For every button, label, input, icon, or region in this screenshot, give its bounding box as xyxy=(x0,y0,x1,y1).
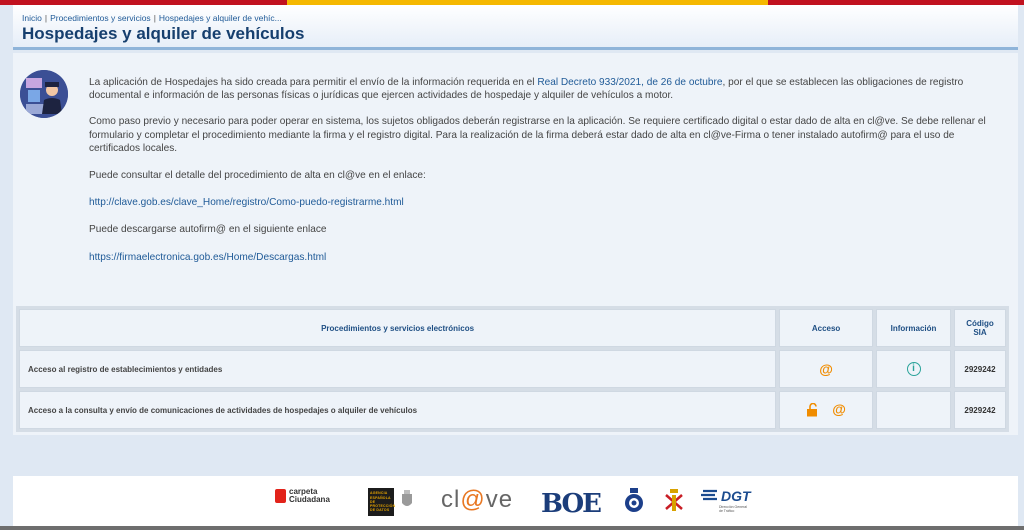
table-header-row: Procedimientos y servicios electrónicos … xyxy=(19,309,1006,347)
dgt-text: DGT xyxy=(721,488,751,504)
breadcrumb-current[interactable]: Hospedajes y alquiler de vehíc... xyxy=(159,13,282,23)
coat-of-arms-icon xyxy=(400,490,414,510)
guardia-civil-icon[interactable] xyxy=(664,489,684,513)
header-info: Información xyxy=(876,309,951,347)
breadcrumb-separator: | xyxy=(44,13,48,23)
sia-code: 2929242 xyxy=(953,391,1006,429)
at-icon[interactable]: @ xyxy=(819,361,833,377)
header-access: Acceso xyxy=(779,309,874,347)
clave-registration-link[interactable]: http://clave.gob.es/clave_Home/registro/… xyxy=(89,196,1004,209)
breadcrumb-separator: | xyxy=(153,13,156,23)
autofirma-download-link[interactable]: https://firmaelectronica.gob.es/Home/Des… xyxy=(89,251,1004,264)
intro-paragraph-1: La aplicación de Hospedajes ha sido crea… xyxy=(89,76,1004,102)
carpeta-line2: Ciudadana xyxy=(289,495,330,504)
policia-nacional-icon[interactable] xyxy=(624,488,644,516)
main-content: La aplicación de Hospedajes ha sido crea… xyxy=(13,53,1018,435)
footer-logos: carpeta Ciudadana AGENCIA ESPAÑOLA DE PR… xyxy=(13,476,1018,526)
procedures-table: Procedimientos y servicios electrónicos … xyxy=(16,306,1009,432)
at-icon[interactable]: @ xyxy=(832,401,846,417)
breadcrumb-inicio[interactable]: Inicio xyxy=(22,13,42,23)
page-title: Hospedajes y alquiler de vehículos xyxy=(22,24,305,43)
access-cell: @ xyxy=(779,391,874,429)
aepd-logo[interactable]: AGENCIA ESPAÑOLA DE PROTECCIÓN DE DATOS xyxy=(368,488,395,516)
procedure-name: Acceso a la consulta y envío de comunica… xyxy=(19,391,777,429)
intro-paragraph-4: Puede descargarse autofirm@ en el siguie… xyxy=(89,224,327,236)
clave-at: @ xyxy=(460,486,486,513)
real-decreto-link[interactable]: Real Decreto 933/2021, de 26 de octubre xyxy=(537,77,722,88)
breadcrumb-procedimientos[interactable]: Procedimientos y servicios xyxy=(50,13,151,23)
dgt-subtext: Dirección General de Tráfico xyxy=(719,505,748,513)
clave-logo[interactable]: cl @ ve xyxy=(441,486,513,514)
access-cell: @ xyxy=(779,350,874,388)
table-row: Acceso al registro de establecimientos y… xyxy=(19,350,1006,388)
header-code: Código SIA xyxy=(953,309,1006,347)
intro-p1-text: La aplicación de Hospedajes ha sido crea… xyxy=(89,77,538,88)
procedure-name: Acceso al registro de establecimientos y… xyxy=(19,350,777,388)
boe-logo[interactable]: BOE xyxy=(541,489,602,519)
dgt-logo[interactable]: DGT Dirección General de Tráfico xyxy=(701,488,751,513)
clave-text-post: ve xyxy=(485,486,514,513)
carpeta-mark-icon xyxy=(275,489,286,503)
carpeta-ciudadana-logo[interactable]: carpeta Ciudadana xyxy=(275,488,330,504)
unlocked-lock-icon[interactable] xyxy=(806,403,820,419)
intro-text: La aplicación de Hospedajes ha sido crea… xyxy=(89,76,1004,264)
user-avatar-icon xyxy=(20,70,68,118)
bottom-bar xyxy=(0,526,1024,530)
clave-text-pre: cl xyxy=(441,486,461,513)
intro-paragraph-2: Como paso previo y necesario para poder … xyxy=(89,116,986,154)
header-procedures: Procedimientos y servicios electrónicos xyxy=(19,309,777,347)
intro-paragraph-3: Puede consultar el detalle del procedimi… xyxy=(89,170,426,182)
breadcrumb: Inicio | Procedimientos y servicios | Hosped… xyxy=(22,13,282,23)
info-cell xyxy=(876,391,951,429)
sia-code: 2929242 xyxy=(953,350,1006,388)
info-cell: i xyxy=(876,350,951,388)
page-header: Inicio | Procedimientos y servicios | Hosped… xyxy=(13,5,1018,50)
table-row: Acceso a la consulta y envío de comunica… xyxy=(19,391,1006,429)
info-icon[interactable]: i xyxy=(906,362,921,376)
